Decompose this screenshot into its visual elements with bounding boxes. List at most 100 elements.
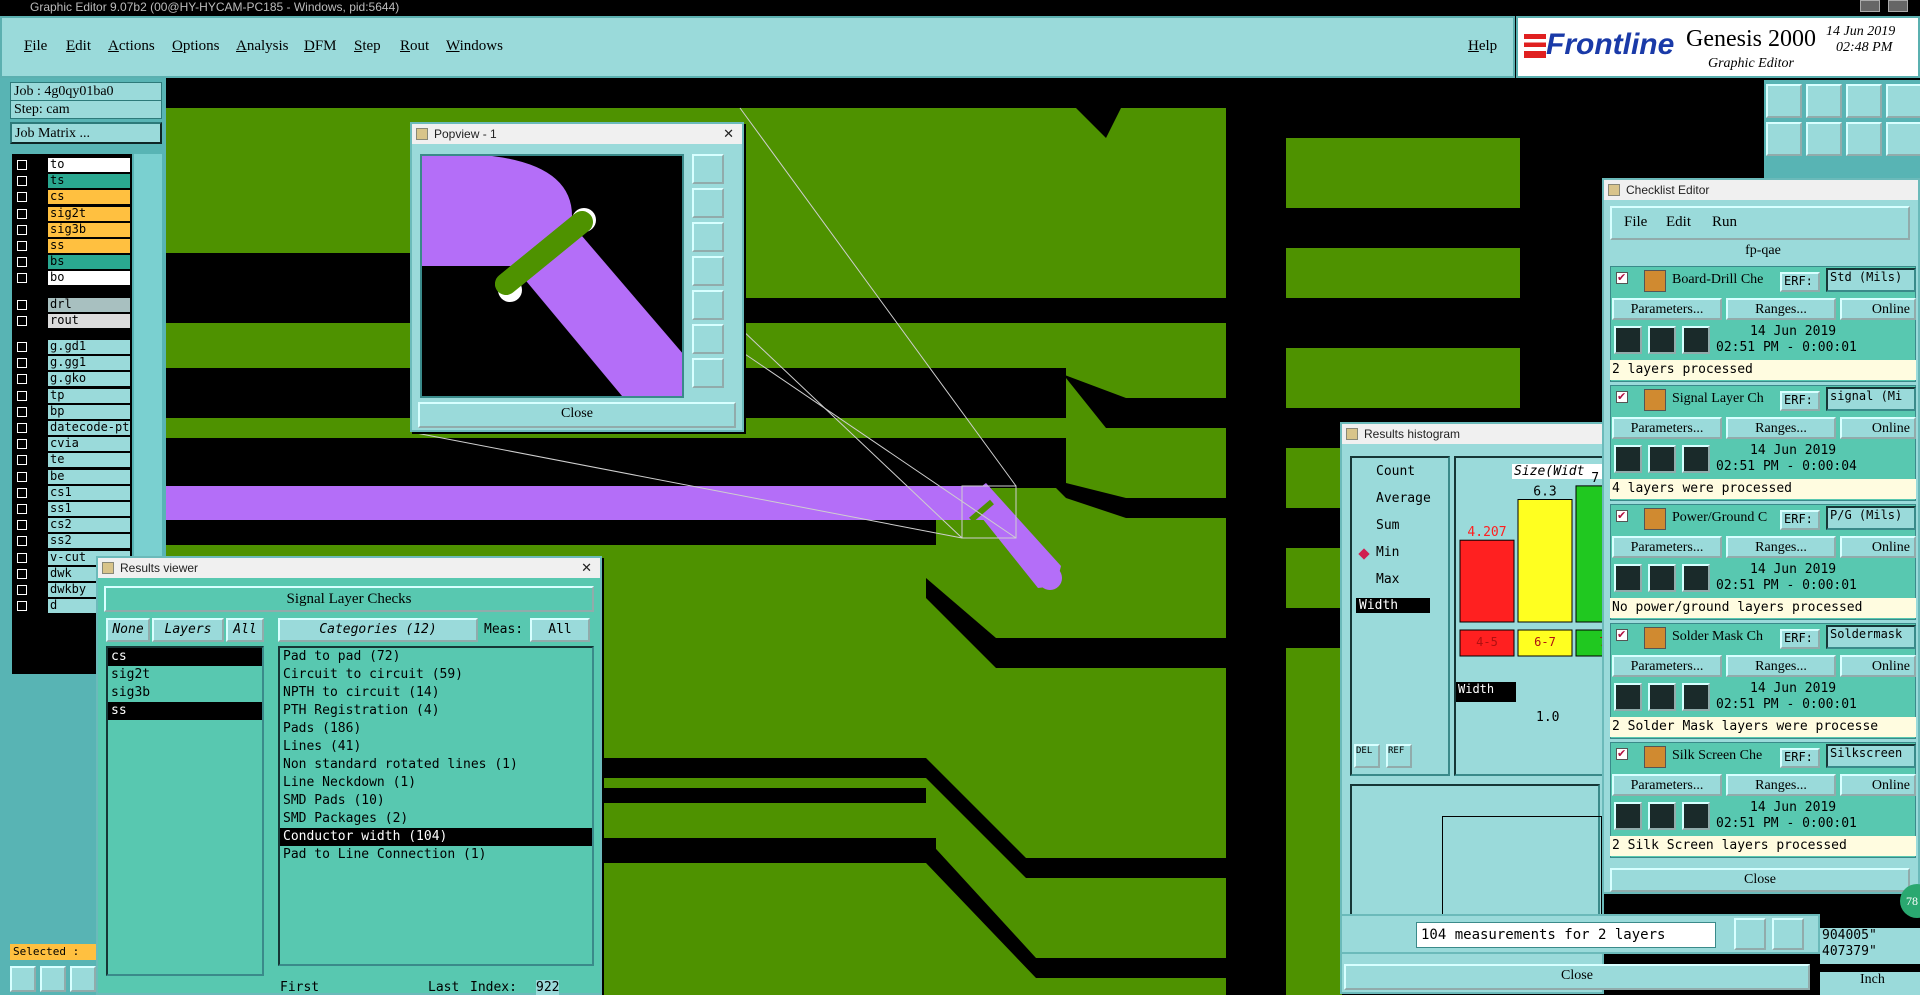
layer-row[interactable]: to — [14, 158, 132, 172]
erf-button[interactable]: ERF: — [1780, 748, 1820, 768]
view-results-icon[interactable] — [1682, 564, 1710, 592]
layer-row[interactable]: cs — [14, 190, 132, 205]
list-item[interactable]: SMD Packages (2) — [280, 810, 592, 828]
check-enabled-checkbox[interactable]: ✔ — [1616, 391, 1628, 403]
toolbar-frame-icon[interactable] — [1886, 84, 1920, 118]
run-check-icon[interactable] — [1614, 683, 1642, 711]
histogram-bar[interactable] — [1459, 539, 1515, 623]
layer-row[interactable]: be — [14, 469, 132, 484]
popview-center-icon[interactable] — [692, 324, 724, 354]
option-max[interactable]: Max — [1376, 572, 1399, 587]
layer-row[interactable]: ts — [14, 174, 132, 189]
histogram-bar[interactable] — [1517, 499, 1573, 623]
layer-checkbox[interactable] — [17, 487, 27, 498]
menu-analysis[interactable]: Analysis — [236, 38, 289, 55]
layer-row[interactable]: bp — [14, 404, 132, 419]
ranges-button[interactable]: Ranges... — [1726, 417, 1836, 439]
layer-checkbox[interactable] — [17, 374, 27, 385]
close-window-button[interactable] — [1888, 0, 1908, 12]
list-item[interactable]: Pad to pad (72) — [280, 648, 592, 666]
erf-button[interactable]: ERF: — [1780, 272, 1820, 292]
layer-row[interactable]: g.gd1 — [14, 340, 132, 354]
histogram-del-button[interactable]: DEL — [1354, 744, 1380, 768]
list-item[interactable]: Pad to Line Connection (1) — [280, 846, 592, 864]
parameters-button[interactable]: Parameters... — [1612, 298, 1722, 320]
run-step-icon[interactable] — [1648, 445, 1676, 473]
last-button[interactable]: Last — [428, 980, 459, 995]
first-button[interactable]: First — [280, 980, 319, 995]
layer-checkbox[interactable] — [17, 208, 27, 219]
toolbar-house-icon[interactable] — [1846, 84, 1882, 118]
layers-all-button[interactable]: All — [226, 618, 264, 642]
erf-button[interactable]: ERF: — [1780, 510, 1820, 530]
layer-row[interactable]: ss1 — [14, 502, 132, 516]
layer-row[interactable]: bo — [14, 271, 132, 286]
toolbar-pan-left-icon[interactable] — [1766, 122, 1802, 156]
layer-checkbox[interactable] — [17, 504, 27, 514]
layer-checkbox[interactable] — [17, 423, 27, 433]
category-list-box[interactable]: Pad to pad (72) Circuit to circuit (59) … — [278, 646, 594, 966]
index-value[interactable]: 922 — [536, 980, 560, 995]
list-item[interactable]: Conductor width (104) — [280, 828, 592, 846]
ranges-button[interactable]: Ranges... — [1726, 774, 1836, 796]
online-button[interactable]: Online — [1840, 417, 1916, 439]
list-item[interactable]: sig2t — [108, 666, 262, 684]
layer-row[interactable]: sig2t — [14, 206, 132, 221]
select-tool-icon[interactable] — [10, 966, 36, 992]
parameters-button[interactable]: Parameters... — [1612, 417, 1722, 439]
layer-row[interactable]: rout — [14, 313, 132, 328]
layer-checkbox[interactable] — [17, 273, 27, 284]
layer-checkbox[interactable] — [17, 176, 27, 187]
layer-checkbox[interactable] — [17, 315, 27, 326]
layer-checkbox[interactable] — [17, 552, 27, 563]
layers-none-button[interactable]: None — [106, 618, 150, 642]
job-matrix-button[interactable]: Job Matrix ... — [10, 122, 162, 144]
notification-badge[interactable]: 78 — [1900, 884, 1920, 918]
layer-list-box[interactable]: cs sig2t sig3b ss — [106, 646, 264, 976]
online-button[interactable]: Online — [1840, 298, 1916, 320]
layer-checkbox[interactable] — [17, 601, 27, 612]
list-item[interactable]: Lines (41) — [280, 738, 592, 756]
list-item[interactable]: Line Neckdown (1) — [280, 774, 592, 792]
run-check-icon[interactable] — [1614, 326, 1642, 354]
parameters-button[interactable]: Parameters... — [1612, 536, 1722, 558]
list-item[interactable]: Pads (186) — [280, 720, 592, 738]
toolbar-pan-right-icon[interactable] — [1806, 122, 1842, 156]
check-enabled-checkbox[interactable]: ✔ — [1616, 748, 1628, 760]
view-results-icon[interactable] — [1682, 445, 1710, 473]
layer-checkbox[interactable] — [17, 439, 27, 450]
layer-checkbox[interactable] — [17, 568, 27, 579]
run-step-icon[interactable] — [1648, 564, 1676, 592]
layer-row[interactable]: ss — [14, 239, 132, 253]
run-check-icon[interactable] — [1614, 445, 1642, 473]
list-item[interactable]: sig3b — [108, 684, 262, 702]
layer-checkbox[interactable] — [17, 520, 27, 531]
measure-clear-icon[interactable] — [1772, 918, 1804, 950]
option-min[interactable]: Min — [1376, 545, 1399, 560]
list-item[interactable]: NPTH to circuit (14) — [280, 684, 592, 702]
ranges-button[interactable]: Ranges... — [1726, 536, 1836, 558]
list-item[interactable]: ss — [108, 702, 262, 720]
menu-dfm[interactable]: DFM — [304, 38, 337, 55]
layer-row[interactable]: bs — [14, 255, 132, 270]
menu-rout[interactable]: Rout — [400, 38, 429, 55]
layer-row[interactable]: cvia — [14, 437, 132, 452]
layer-row[interactable]: datecode-pt — [14, 421, 132, 435]
layer-row[interactable]: g.gko — [14, 372, 132, 387]
check-enabled-checkbox[interactable]: ✔ — [1616, 510, 1628, 522]
layer-checkbox[interactable] — [17, 358, 27, 369]
ranges-button[interactable]: Ranges... — [1726, 298, 1836, 320]
layer-row[interactable]: g.gg1 — [14, 356, 132, 371]
ranges-button[interactable]: Ranges... — [1726, 655, 1836, 677]
erf-button[interactable]: ERF: — [1780, 629, 1820, 649]
erf-button[interactable]: ERF: — [1780, 391, 1820, 411]
menu-options[interactable]: Options — [172, 38, 220, 55]
view-results-icon[interactable] — [1682, 802, 1710, 830]
check-enabled-checkbox[interactable]: ✔ — [1616, 272, 1628, 284]
histogram-bar[interactable] — [1575, 485, 1604, 623]
popview-refresh-icon[interactable] — [692, 358, 724, 388]
checklist-menu-file[interactable]: File — [1624, 214, 1647, 231]
menu-windows[interactable]: Windows — [446, 38, 503, 55]
run-step-icon[interactable] — [1648, 683, 1676, 711]
list-item[interactable]: PTH Registration (4) — [280, 702, 592, 720]
